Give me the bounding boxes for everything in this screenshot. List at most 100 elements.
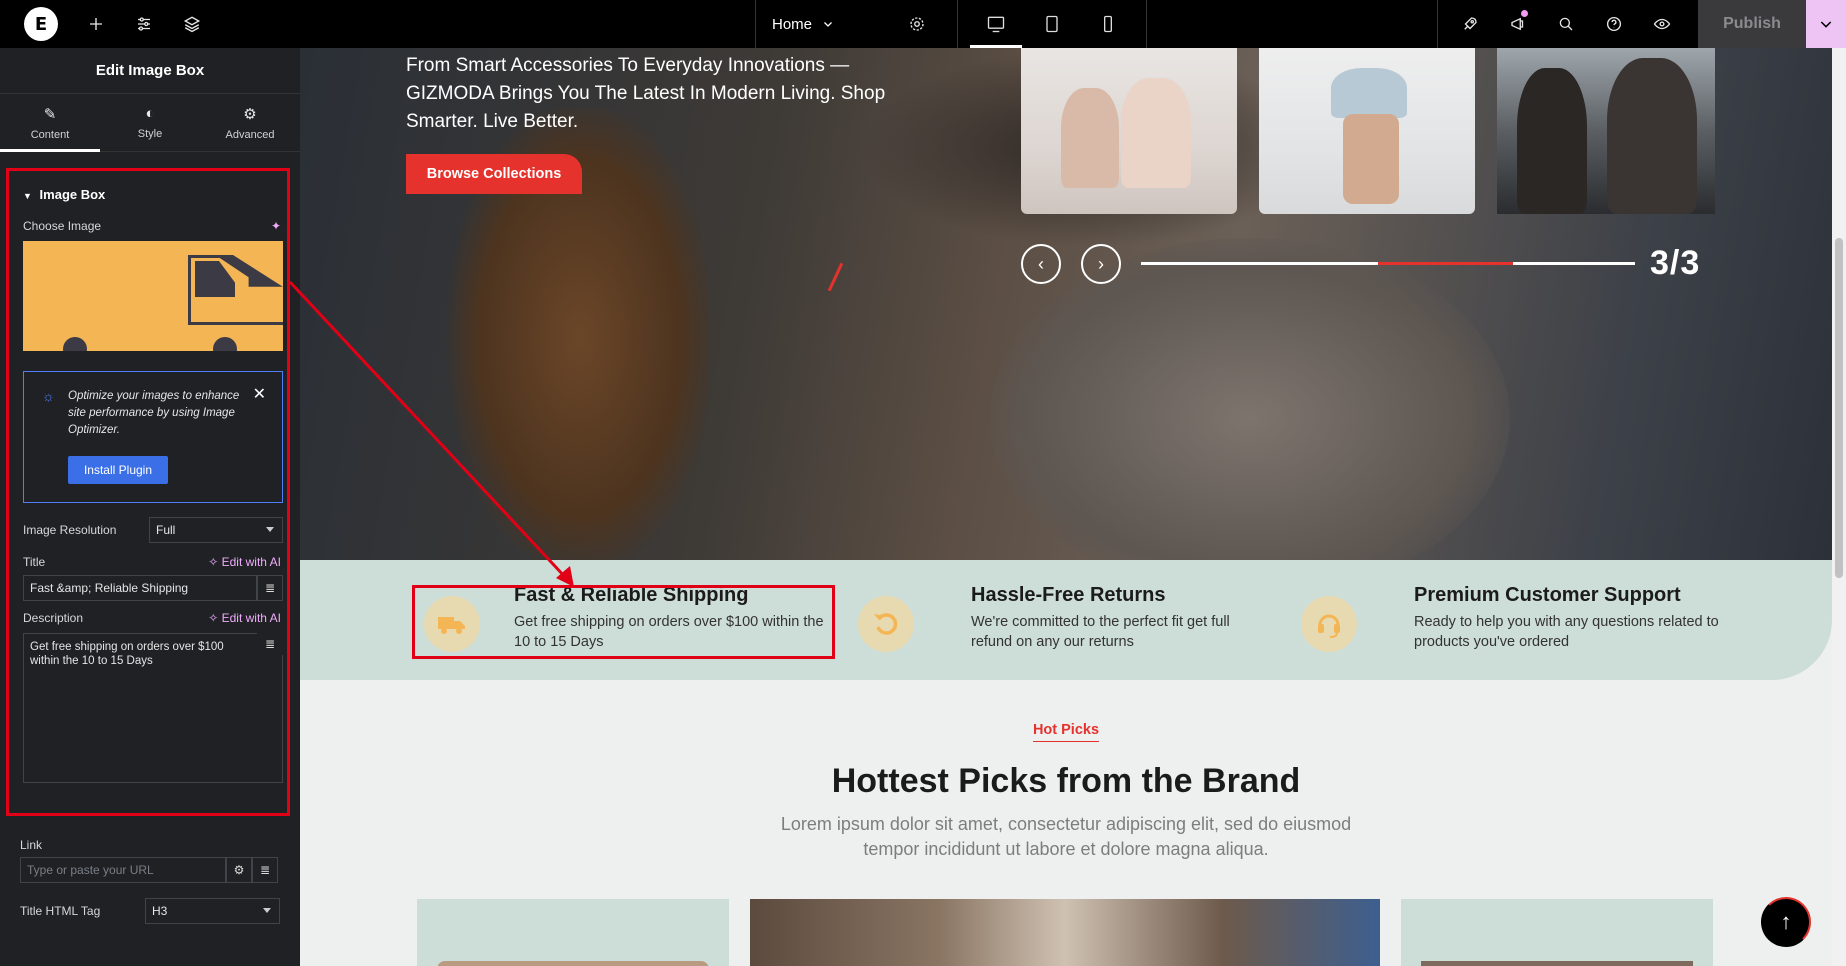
section-header[interactable]: ▼ Image Box [23, 187, 105, 202]
hero-bg-shape [990, 238, 1510, 560]
decorative-slash [827, 262, 844, 292]
slider-prev-chevron-left-icon[interactable]: ‹ [1021, 244, 1061, 284]
hot-picks-title: Hottest Picks from the Brand [831, 762, 1301, 800]
chevron-down-icon [266, 527, 274, 532]
notice-message: Optimize your images to enhance site per… [68, 390, 240, 436]
hot-picks-tag-text: Hot Picks [1032, 722, 1100, 742]
settings-sliders-icon[interactable] [120, 0, 168, 48]
link-placeholder: Type or paste your URL [27, 863, 154, 877]
install-plugin-button[interactable]: Install Plugin [68, 456, 168, 484]
image-resolution-select[interactable]: Full [149, 517, 283, 543]
title-input-value: Fast &amp; Reliable Shipping [30, 581, 189, 595]
tab-label: Content [30, 128, 70, 141]
mobile-icon[interactable] [1080, 0, 1136, 48]
page-selector[interactable]: Home [755, 0, 897, 48]
description-label: Description [23, 611, 84, 625]
link-options-gear-icon[interactable]: ⚙ [226, 857, 252, 883]
slide-thumbnail[interactable] [1259, 48, 1475, 214]
feature-description: Ready to help you with any questions rel… [1414, 614, 1719, 650]
link-input[interactable]: Type or paste your URL [20, 857, 226, 883]
dynamic-tags-icon[interactable]: ≣ [257, 633, 283, 655]
preview-eye-icon[interactable] [1638, 0, 1686, 48]
caret-down-icon: ▼ [23, 191, 32, 201]
figure-shape [1121, 78, 1191, 188]
publish-options-chevron-icon[interactable] [1806, 0, 1846, 48]
divider [1437, 0, 1438, 48]
notification-dot [1521, 10, 1528, 17]
hero-section: From Smart Accessories To Everyday Innov… [300, 48, 1832, 560]
editor-canvas: From Smart Accessories To Everyday Innov… [300, 48, 1846, 966]
return-arrow-icon [858, 596, 914, 652]
slider-next-chevron-right-icon[interactable]: › [1081, 244, 1121, 284]
slide-thumbnail[interactable] [1021, 48, 1237, 214]
lightbulb-icon: ☼ [42, 388, 55, 404]
panel-tabs: ✎ Content ◐ Style ⚙ Advanced [0, 94, 300, 152]
wheel [63, 337, 87, 351]
product-card[interactable] [1401, 899, 1713, 966]
product-image [1421, 961, 1693, 966]
select-value: H3 [152, 904, 168, 918]
product-card[interactable] [750, 899, 1380, 966]
feature-title: Premium Customer Support [1414, 584, 1681, 606]
dynamic-tags-icon[interactable]: ≣ [257, 575, 283, 601]
description-textarea[interactable]: Get free shipping on orders over $100 wi… [23, 633, 283, 783]
tab-style[interactable]: ◐ Style [100, 94, 200, 151]
layers-icon[interactable] [168, 0, 216, 48]
image-box-section-highlight: ▼ Image Box Choose Image ✦ ☼ Optimize yo… [6, 168, 290, 816]
hot-picks-description: Lorem ipsum dolor sit amet, consectetur … [300, 812, 1832, 862]
help-icon[interactable] [1590, 0, 1638, 48]
top-bar-right: Publish [1437, 0, 1846, 48]
scrollbar-thumb[interactable] [1835, 238, 1843, 578]
chevron-down-icon [263, 908, 271, 913]
slide-thumbnail[interactable] [1497, 48, 1715, 214]
megaphone-icon[interactable] [1494, 0, 1542, 48]
product-image [437, 961, 709, 966]
select-value: Full [156, 523, 176, 537]
elementor-logo-icon[interactable]: E [24, 7, 58, 41]
add-icon[interactable] [72, 0, 120, 48]
slider-progress-fill [1378, 262, 1513, 265]
feature-title: Hassle-Free Returns [971, 584, 1166, 606]
page-name: Home [772, 15, 813, 33]
dynamic-tags-icon[interactable]: ≣ [252, 857, 278, 883]
headset-icon [1301, 596, 1357, 652]
contrast-icon: ◐ [145, 105, 155, 122]
publish-button[interactable]: Publish [1698, 0, 1806, 48]
section-title: Image Box [39, 187, 106, 202]
panel-title: Edit Image Box [0, 48, 300, 94]
tablet-icon[interactable] [1024, 0, 1080, 48]
ai-link-label: Edit with AI [221, 611, 281, 625]
tab-advanced[interactable]: ⚙ Advanced [200, 94, 300, 151]
wheel [213, 337, 237, 351]
close-icon[interactable]: ✕ [253, 384, 266, 404]
ai-link-label: Edit with AI [221, 555, 281, 569]
responsive-mode-switcher [957, 0, 1147, 48]
gear-icon: ⚙ [243, 105, 257, 123]
choose-image-label: Choose Image [23, 219, 102, 233]
tab-label: Style [137, 128, 163, 140]
product-card[interactable] [417, 899, 729, 966]
ai-sparkle-icon[interactable]: ✦ [271, 219, 281, 233]
image-preview[interactable] [23, 241, 283, 351]
title-label: Title [23, 555, 46, 569]
feature-description: We're committed to the perfect fit get f… [971, 614, 1230, 650]
page-settings-gear-icon[interactable] [897, 0, 937, 48]
browse-collections-button[interactable]: Browse Collections [406, 154, 582, 194]
edit-with-ai-link[interactable]: ✧ Edit with AI [208, 611, 281, 625]
editor-panel: Edit Image Box ✎ Content ◐ Style ⚙ Advan… [0, 48, 300, 966]
tab-content[interactable]: ✎ Content [0, 94, 100, 152]
title-html-tag-select[interactable]: H3 [145, 898, 280, 924]
desktop-icon[interactable] [968, 0, 1024, 48]
search-icon[interactable] [1542, 0, 1590, 48]
hot-picks-desc-line: tempor incididunt ut labore et dolore ma… [863, 839, 1269, 859]
figure-shape [1517, 68, 1587, 214]
pencil-icon: ✎ [43, 105, 57, 123]
edit-with-ai-link[interactable]: ✧ Edit with AI [208, 555, 281, 569]
title-input[interactable]: Fast &amp; Reliable Shipping [23, 575, 257, 601]
rocket-icon[interactable] [1446, 0, 1494, 48]
title-html-tag-label: Title HTML Tag [20, 904, 101, 918]
canvas-scrollbar[interactable] [1832, 48, 1846, 966]
tab-label: Advanced [225, 128, 275, 141]
scroll-to-top-arrow-up-icon[interactable]: ↑ [1761, 897, 1811, 947]
hot-picks-desc-line: Lorem ipsum dolor sit amet, consectetur … [780, 814, 1352, 834]
